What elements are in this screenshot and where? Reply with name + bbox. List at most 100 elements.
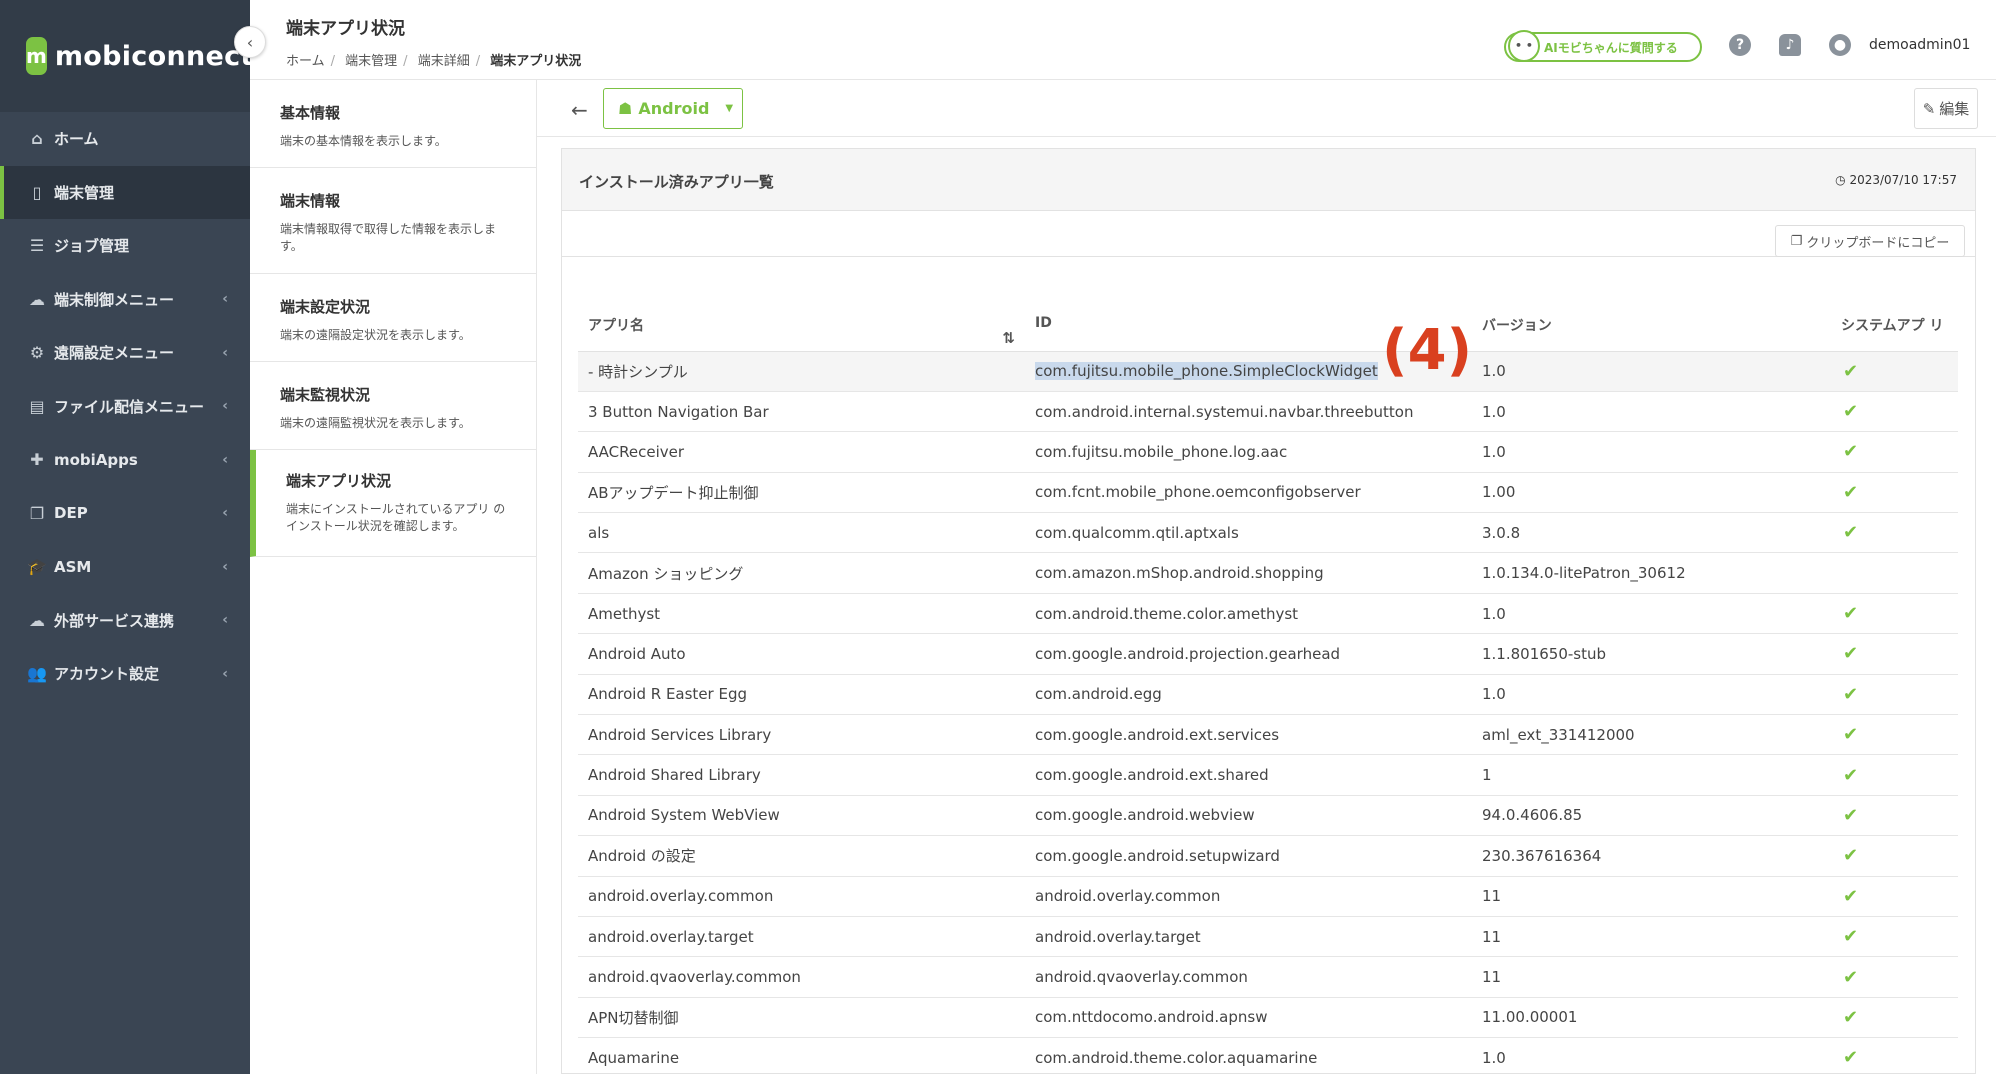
table-row[interactable]: Android R Easter Egg com.android.egg 1.0 ✔	[578, 674, 1958, 716]
selected-id-text[interactable]: com.fujitsu.mobile_phone.SimpleClockWidg…	[1035, 362, 1378, 381]
chevron-left-icon: ‹	[222, 505, 228, 522]
app-id-cell: com.amazon.mShop.android.shopping	[1025, 552, 1472, 594]
column-header-app-name[interactable]: アプリ名 ⇅	[578, 293, 1025, 352]
sidebar-item-icon: ▤	[29, 396, 45, 416]
subnav-item-title: 基本情報	[280, 104, 341, 122]
ai-mascot-icon: • •	[1508, 30, 1540, 62]
help-icon[interactable]: ?	[1729, 34, 1751, 56]
breadcrumb-device-detail[interactable]: 端末詳細	[418, 54, 470, 69]
subnav-item-4[interactable]: 端末アプリ状況 端末にインストールされているアプリ のインストール状況を確認します…	[250, 450, 536, 557]
table-row[interactable]: - 時計シンプル com.fujitsu.mobile_phone.SimpleC…	[578, 351, 1958, 392]
apps-table: アプリ名 ⇅ ID バージョン システムアプ リ - 時計シンプル com.fuji…	[578, 293, 1958, 1074]
sidebar-item-6[interactable]: ✚ mobiApps ‹	[0, 433, 250, 487]
sidebar-item-icon: 👥	[27, 664, 47, 684]
sidebar-item-8[interactable]: 🎓 ASM ‹	[0, 540, 250, 594]
breadcrumb-current: 端末アプリ状況	[490, 54, 582, 69]
ai-assistant-button[interactable]: • • AIモビちゃんに質問する	[1504, 30, 1702, 62]
chevron-left-icon: ‹	[222, 398, 228, 415]
check-icon: ✔	[1843, 764, 1859, 786]
table-row[interactable]: als com.qualcomm.qtil.aptxals 3.0.8 ✔	[578, 512, 1958, 554]
logo[interactable]: m mobiconnect	[0, 0, 253, 112]
android-icon: ☗	[618, 99, 633, 118]
subnav-item-title: 端末設定状況	[280, 298, 371, 316]
sidebar-item-7[interactable]: ❐ DEP ‹	[0, 487, 250, 541]
user-avatar-icon[interactable]: ●	[1829, 34, 1851, 56]
table-row[interactable]: Amazon ショッピング com.amazon.mShop.android.sh…	[578, 552, 1958, 594]
column-header-system-app[interactable]: システムアプ リ	[1831, 293, 1958, 352]
table-row[interactable]: ABアップデート抑止制御 com.fcnt.mobile_phone.oemcon…	[578, 472, 1958, 514]
table-row[interactable]: Amethyst com.android.theme.color.amethyst…	[578, 593, 1958, 635]
check-icon: ✔	[1843, 926, 1859, 948]
sidebar-collapse-button[interactable]: ‹	[234, 26, 266, 58]
table-row[interactable]: android.qvaoverlay.common android.qvaover…	[578, 956, 1958, 998]
table-row[interactable]: android.overlay.target android.overlay.ta…	[578, 916, 1958, 958]
sidebar-item-0[interactable]: ⌂ ホーム	[0, 112, 250, 166]
sort-icon[interactable]: ⇅	[1002, 329, 1015, 347]
os-dropdown-button[interactable]: ☗ Android ▼	[603, 88, 743, 129]
table-row[interactable]: Android Auto com.google.android.projectio…	[578, 633, 1958, 675]
breadcrumb-home[interactable]: ホーム	[286, 54, 325, 69]
sidebar-item-5[interactable]: ▤ ファイル配信メニュー ‹	[0, 380, 250, 434]
subnav-item-description: 端末情報取得で取得した情報を表示しま す。	[280, 222, 497, 254]
brand-name: mobiconnect	[54, 40, 254, 72]
sidebar-item-icon: ✚	[30, 450, 44, 470]
sidebar-item-10[interactable]: 👥 アカウント設定 ‹	[0, 647, 250, 701]
app-id-cell: com.android.theme.color.amethyst	[1025, 593, 1472, 635]
chevron-left-icon: ‹	[222, 451, 228, 468]
system-app-cell: ✔	[1831, 997, 1958, 1039]
app-id-cell: com.fujitsu.mobile_phone.log.aac	[1025, 431, 1472, 473]
header: 端末アプリ状況 ホーム / 端末管理 / 端末詳細 / 端末アプリ状況 • • AIモ…	[250, 0, 1996, 80]
version-cell: 1.0	[1472, 351, 1831, 392]
subnav-item-0[interactable]: 基本情報端末の基本情報を表示します。	[250, 80, 536, 168]
sidebar-item-1[interactable]: ▯ 端末管理	[0, 165, 250, 219]
table-row[interactable]: Aquamarine com.android.theme.color.aquama…	[578, 1037, 1958, 1074]
column-header-version[interactable]: バージョン	[1472, 293, 1831, 352]
system-app-cell: ✔	[1831, 956, 1958, 998]
sidebar-item-label: ホーム	[54, 130, 99, 149]
main-content: ← ☗ Android ▼ ✎ 編集 インストール済みアプリ一覧 ◷ 2023/…	[537, 80, 1996, 1074]
sidebar-item-9[interactable]: ☁ 外部サービス連携 ‹	[0, 594, 250, 648]
table-row[interactable]: Android の設定 com.google.android.setupwizar…	[578, 835, 1958, 877]
table-row[interactable]: AACReceiver com.fujitsu.mobile_phone.log.…	[578, 431, 1958, 473]
sidebar-item-label: 外部サービス連携	[54, 611, 175, 630]
system-app-cell: ✔	[1831, 674, 1958, 716]
breadcrumb-device-management[interactable]: 端末管理	[345, 54, 397, 69]
sidebar-item-label: 遠隔設定メニュー	[54, 344, 175, 363]
table-row[interactable]: android.overlay.common android.overlay.co…	[578, 876, 1958, 917]
sidebar-item-2[interactable]: ☰ ジョブ管理	[0, 219, 250, 273]
app-id-cell: android.overlay.target	[1025, 916, 1472, 958]
subnav-item-2[interactable]: 端末設定状況 端末の遠隔設定状況を表示します。	[250, 274, 536, 362]
sidebar-item-icon: ⌂	[31, 129, 43, 149]
table-header-row: アプリ名 ⇅ ID バージョン システムアプ リ	[578, 293, 1958, 352]
username[interactable]: demoadmin01	[1869, 37, 1970, 53]
table-row[interactable]: 3 Button Navigation Bar com.android.inter…	[578, 391, 1958, 433]
version-cell: 11.00.00001	[1472, 997, 1831, 1039]
table-row[interactable]: APN切替制御 com.nttdocomo.android.apnsw 11.00.…	[578, 997, 1958, 1039]
check-icon: ✔	[1843, 481, 1859, 503]
app-name-cell: android.overlay.common	[578, 876, 1025, 917]
check-icon: ✔	[1843, 522, 1859, 544]
sidebar-item-icon: ☁	[29, 610, 45, 630]
version-cell: 1.0	[1472, 391, 1831, 433]
subnav-item-1[interactable]: 端末情報 端末情報取得で取得した情報を表示しま す。	[250, 168, 536, 274]
table-row[interactable]: Android Shared Library com.google.android…	[578, 754, 1958, 796]
app-name-cell: Aquamarine	[578, 1037, 1025, 1074]
system-app-cell: ✔	[1831, 795, 1958, 837]
chevron-left-icon: ‹	[222, 344, 228, 361]
table-row[interactable]: Android System WebView com.google.android…	[578, 795, 1958, 837]
os-dropdown-label: Android	[638, 99, 710, 118]
breadcrumb: ホーム / 端末管理 / 端末詳細 / 端末アプリ状況	[286, 54, 582, 69]
back-arrow-icon[interactable]: ←	[571, 98, 588, 122]
edit-button[interactable]: ✎ 編集	[1914, 88, 1978, 129]
copy-to-clipboard-button[interactable]: ❐ クリップボードにコピー	[1775, 225, 1965, 257]
sidebar-item-3[interactable]: ☁ 端末制御メニュー ‹	[0, 273, 250, 327]
table-row[interactable]: Android Services Library com.google.andro…	[578, 714, 1958, 756]
subnav-item-3[interactable]: 端末監視状況 端末の遠隔監視状況を表示します。	[250, 362, 536, 450]
copy-label: クリップボードにコピー	[1806, 235, 1950, 251]
subnav-item-description: 端末の基本情報を表示します。	[280, 134, 447, 148]
bell-icon[interactable]: ♪	[1779, 34, 1801, 56]
sidebar-item-label: ASM	[54, 557, 92, 576]
app-name-cell: android.overlay.target	[578, 916, 1025, 958]
sidebar-item-4[interactable]: ⚙ 遠隔設定メニュー ‹	[0, 326, 250, 380]
app-name-cell: Android Auto	[578, 633, 1025, 675]
